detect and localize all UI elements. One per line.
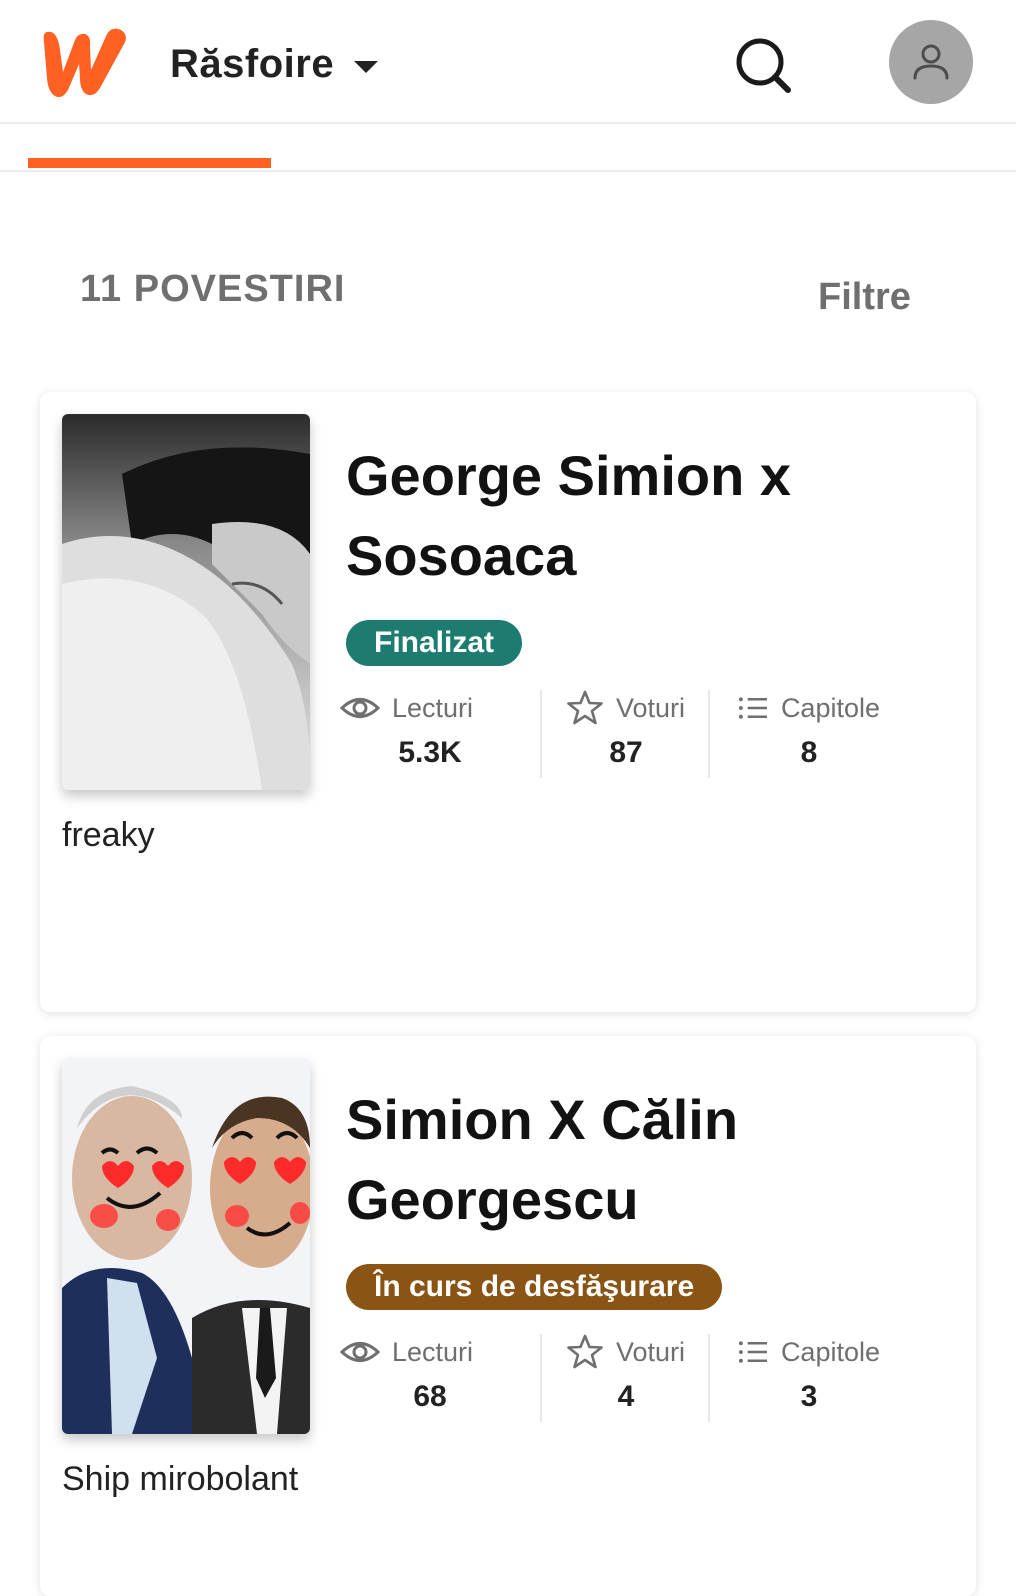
reads-label: Lecturi (392, 692, 474, 723)
eye-icon (340, 698, 380, 718)
list-icon (738, 1341, 768, 1363)
chapters-label: Capitole (780, 1336, 880, 1367)
user-icon (913, 44, 949, 80)
results-count: 11 POVESTIRI (80, 268, 346, 310)
chapters-stat: Capitole 3 (738, 1332, 880, 1424)
chapters-value: 8 (800, 736, 818, 769)
story-description: Ship mirobolant (62, 1460, 299, 1498)
story-card[interactable]: George Simion x Sosoaca Finalizat Lectur… (40, 392, 976, 1012)
stat-divider (540, 1334, 542, 1422)
filters-button[interactable]: Filtre (818, 276, 911, 319)
stat-divider (540, 690, 542, 778)
status-badge: Finalizat (346, 620, 523, 666)
votes-label: Voturi (616, 1336, 686, 1367)
chapters-value: 3 (800, 1380, 818, 1413)
status-badge: În curs de desfăşurare (346, 1264, 723, 1310)
wattpad-logo[interactable] (38, 24, 130, 100)
votes-stat: Voturi 87 (566, 688, 686, 780)
reads-value: 68 (413, 1380, 447, 1413)
top-bar: Răsfoire (0, 0, 1016, 124)
story-stats: Lecturi 68 Voturi 4 Capitole 3 (340, 1332, 880, 1424)
search-icon[interactable] (730, 32, 794, 96)
eye-icon (340, 1342, 380, 1362)
votes-value: 87 (609, 736, 643, 769)
chapters-stat: Capitole 8 (738, 688, 880, 780)
chapters-label: Capitole (780, 692, 880, 723)
reads-label: Lecturi (392, 1336, 474, 1367)
votes-stat: Voturi 4 (566, 1332, 686, 1424)
active-tab-indicator (28, 158, 271, 168)
caret-down-icon (354, 61, 379, 73)
story-cover[interactable] (62, 414, 310, 790)
star-icon (567, 1334, 603, 1369)
list-icon (738, 697, 768, 719)
story-card[interactable]: Simion X Călin Georgescu În curs de desf… (40, 1036, 976, 1596)
reads-stat: Lecturi 5.3K (340, 688, 520, 780)
avatar[interactable] (889, 20, 973, 104)
stat-divider (708, 690, 710, 778)
votes-label: Voturi (616, 692, 686, 723)
reads-value: 5.3K (398, 736, 462, 769)
story-cover[interactable] (62, 1058, 310, 1434)
tab-bar (0, 124, 1016, 172)
story-description: freaky (62, 816, 155, 854)
story-stats: Lecturi 5.3K Voturi 87 Capitole 8 (340, 688, 880, 780)
reads-stat: Lecturi 68 (340, 1332, 520, 1424)
browse-dropdown[interactable]: Răsfoire (170, 36, 379, 92)
story-title[interactable]: George Simion x Sosoaca (346, 436, 946, 596)
browse-label: Răsfoire (170, 41, 335, 86)
star-icon (567, 690, 603, 725)
votes-value: 4 (617, 1380, 635, 1413)
story-title[interactable]: Simion X Călin Georgescu (346, 1080, 946, 1240)
stat-divider (708, 1334, 710, 1422)
